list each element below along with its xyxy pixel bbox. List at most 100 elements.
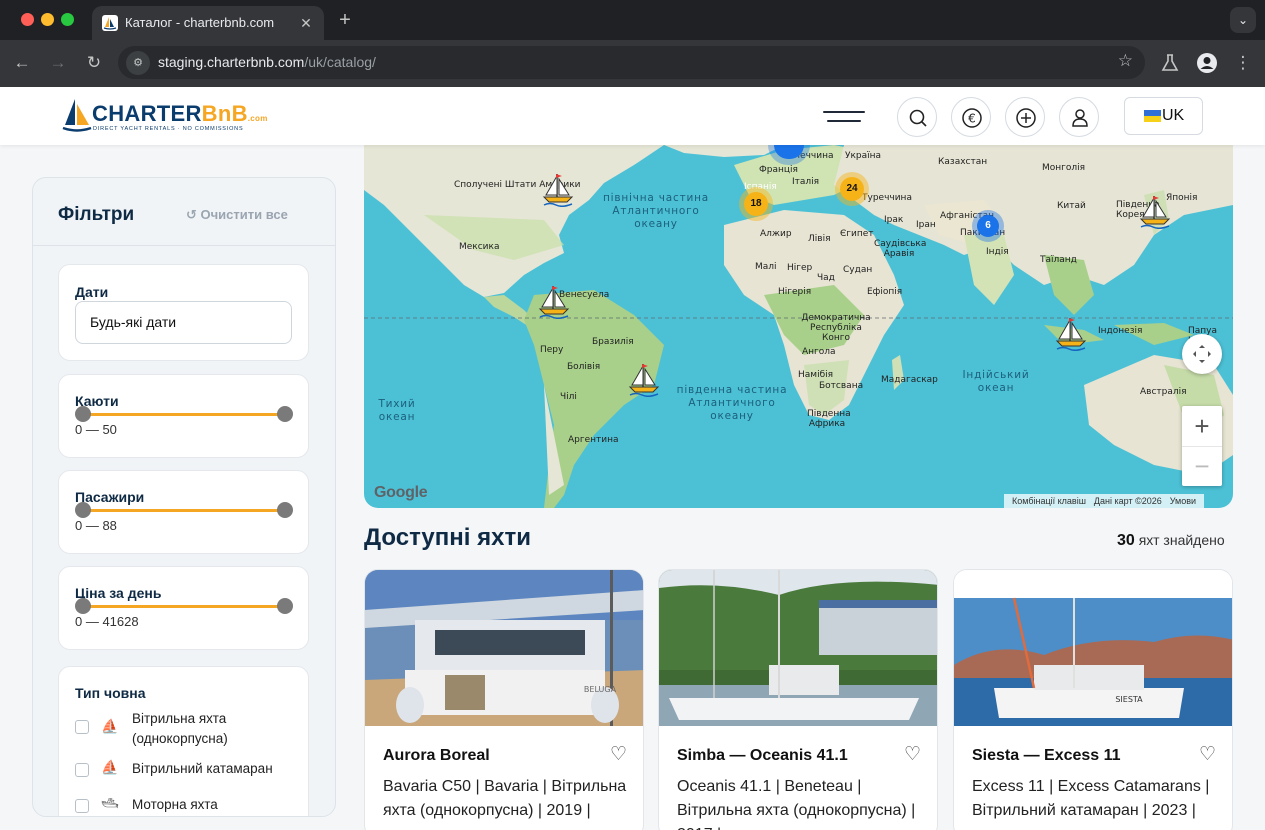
- boat-type-option[interactable]: 🛥 Моторна яхта: [75, 795, 305, 816]
- search-button[interactable]: [897, 97, 937, 137]
- yacht-card[interactable]: SIESTA Siesta — Excess 11 ♡ Excess 11 | …: [953, 569, 1233, 830]
- dates-input[interactable]: Будь-які дати: [75, 301, 292, 344]
- map-cluster-marker[interactable]: 24: [840, 177, 864, 201]
- passengers-max-handle[interactable]: [277, 502, 293, 518]
- zoom-out-button[interactable]: −: [1182, 446, 1222, 486]
- price-slider-track[interactable]: [83, 605, 285, 608]
- map-cluster-marker[interactable]: 18: [744, 192, 768, 216]
- catamaran-checkbox[interactable]: [75, 763, 89, 777]
- euro-icon: €: [962, 108, 982, 128]
- maximize-window-button[interactable]: [61, 13, 74, 26]
- charterbnb-logo[interactable]: CHARTERBnB.com DIRECT YACHT RENTALS · NO…: [62, 95, 267, 137]
- hamburger-menu-icon[interactable]: [823, 109, 865, 125]
- map-label-chad: Чад: [817, 273, 835, 283]
- map-label-france: Франція: [759, 165, 798, 175]
- yacht-photo[interactable]: BELUGA: [365, 570, 644, 726]
- yacht-hull-name: BELUGA: [584, 685, 617, 694]
- zoom-in-button[interactable]: +: [1182, 406, 1222, 446]
- dates-label: Дати: [75, 284, 109, 300]
- yacht-marker-icon[interactable]: [536, 283, 572, 319]
- filters-header: Фільтри ↺ Очистити все: [33, 178, 335, 246]
- labs-flask-icon[interactable]: [1161, 52, 1179, 74]
- map-label-angola: Ангола: [802, 347, 836, 357]
- map-label-indonesia: Індонезія: [1098, 326, 1143, 336]
- map-label-botswana: Ботсвана: [819, 381, 864, 391]
- navigation-bar: ← → ↻ ⚙ staging.charterbnb.com/uk/catalo…: [0, 40, 1265, 87]
- map-label-chile: Чілі: [560, 392, 577, 402]
- currency-button[interactable]: €: [951, 97, 991, 137]
- yacht-marker-icon[interactable]: [1137, 193, 1173, 229]
- yacht-name[interactable]: Aurora Boreal: [383, 747, 490, 765]
- map-label-sudan: Судан: [843, 265, 873, 275]
- map-label-ukraine: Україна: [845, 151, 882, 161]
- browser-menu-icon[interactable]: ⋮: [1231, 51, 1255, 75]
- map-label-iran: Іран: [916, 220, 936, 230]
- cabins-max-handle[interactable]: [277, 406, 293, 422]
- boat-type-filter: Тип човна ⛵ Вітрильна яхта (однокорпусна…: [58, 666, 309, 816]
- boat-type-option[interactable]: ⛵ Вітрильна яхта (однокорпусна): [75, 709, 305, 749]
- map-label-italy: Італія: [792, 177, 820, 187]
- price-max-handle[interactable]: [277, 598, 293, 614]
- address-bar[interactable]: ⚙ staging.charterbnb.com/uk/catalog/ ☆: [118, 46, 1145, 79]
- charterbnb-favicon-icon: [102, 15, 118, 31]
- close-window-button[interactable]: [21, 13, 34, 26]
- back-arrow-icon[interactable]: ←: [10, 51, 34, 75]
- reload-icon[interactable]: ↻: [82, 51, 106, 75]
- passengers-filter: Пасажири 0 — 88: [58, 470, 309, 554]
- tab-search-chevron-icon[interactable]: ⌄: [1230, 7, 1256, 33]
- sailing-yacht-checkbox[interactable]: [75, 720, 89, 734]
- yacht-description: Excess 11 | Excess Catamarans | Вітрильн…: [972, 778, 1210, 819]
- forward-arrow-icon[interactable]: →: [46, 51, 70, 75]
- map-fullscreen-button[interactable]: [1182, 334, 1222, 374]
- keyboard-shortcuts-link[interactable]: Комбінації клавіш: [1008, 496, 1090, 506]
- ukraine-flag-icon: [1144, 110, 1161, 122]
- motor-yacht-checkbox[interactable]: [75, 799, 89, 813]
- plus-circle-icon: [1016, 108, 1036, 128]
- yacht-name[interactable]: Siesta — Excess 11: [972, 747, 1121, 765]
- language-label: UK: [1162, 107, 1185, 124]
- cabins-slider-track[interactable]: [83, 413, 285, 416]
- minimize-window-button[interactable]: [41, 13, 54, 26]
- price-min-handle[interactable]: [75, 598, 91, 614]
- yacht-marker-icon[interactable]: [540, 171, 576, 207]
- language-selector[interactable]: UK: [1124, 97, 1203, 135]
- yacht-description: Bavaria C50 | Bavaria | Вітрильна яхта (…: [383, 778, 627, 819]
- favorite-heart-icon[interactable]: ♡: [610, 743, 627, 766]
- page: CHARTERBnB.com DIRECT YACHT RENTALS · NO…: [0, 87, 1265, 830]
- account-button[interactable]: [1059, 97, 1099, 137]
- yacht-map[interactable]: Сполучені Штати Америки Мексика Венесуел…: [364, 145, 1233, 508]
- cabins-min-handle[interactable]: [75, 406, 91, 422]
- available-yachts-title: Доступні яхти: [364, 524, 531, 551]
- passengers-slider-track[interactable]: [83, 509, 285, 512]
- browser-tab[interactable]: Каталог - charterbnb.com ✕: [92, 6, 324, 40]
- address-url[interactable]: staging.charterbnb.com/uk/catalog/: [158, 54, 376, 70]
- clear-all-button[interactable]: ↺ Очистити все: [186, 207, 288, 223]
- add-listing-button[interactable]: [1005, 97, 1045, 137]
- boat-type-option[interactable]: ⛵ Вітрильний катамаран: [75, 759, 305, 799]
- terms-link[interactable]: Умови: [1166, 496, 1200, 506]
- new-tab-icon[interactable]: +: [334, 8, 356, 32]
- yacht-marker-icon[interactable]: [1053, 315, 1089, 351]
- map-label-turkey: Туреччина: [862, 193, 912, 203]
- map-data-label: Дані карт ©2026: [1093, 496, 1162, 506]
- yacht-photo[interactable]: SIESTA: [954, 570, 1233, 726]
- yacht-card[interactable]: Simba — Oceanis 41.1 ♡ Oceanis 41.1 | Be…: [658, 569, 938, 830]
- price-filter: Ціна за день 0 — 41628: [58, 566, 309, 650]
- site-settings-icon[interactable]: ⚙: [126, 51, 150, 75]
- map-cluster-marker[interactable]: 6: [977, 215, 999, 237]
- yacht-name[interactable]: Simba — Oceanis 41.1: [677, 747, 848, 765]
- yacht-card[interactable]: BELUGA Aurora Boreal ♡ Bavaria C50 | Bav…: [364, 569, 644, 830]
- bookmark-star-icon[interactable]: ☆: [1118, 51, 1133, 71]
- passengers-min-handle[interactable]: [75, 502, 91, 518]
- favorite-heart-icon[interactable]: ♡: [1199, 743, 1216, 766]
- cabins-range: 0 — 50: [75, 422, 117, 437]
- yacht-marker-icon[interactable]: [626, 361, 662, 397]
- favorite-heart-icon[interactable]: ♡: [904, 743, 921, 766]
- close-tab-icon[interactable]: ✕: [296, 13, 316, 33]
- yacht-photo[interactable]: [659, 570, 938, 726]
- profile-icon[interactable]: [1196, 52, 1218, 74]
- ocean-label-pacific: Тихий океан: [378, 398, 416, 423]
- map-label-mali: Малі: [755, 262, 777, 272]
- google-logo[interactable]: Google: [374, 484, 428, 502]
- sailboat-logo-icon: [62, 99, 92, 132]
